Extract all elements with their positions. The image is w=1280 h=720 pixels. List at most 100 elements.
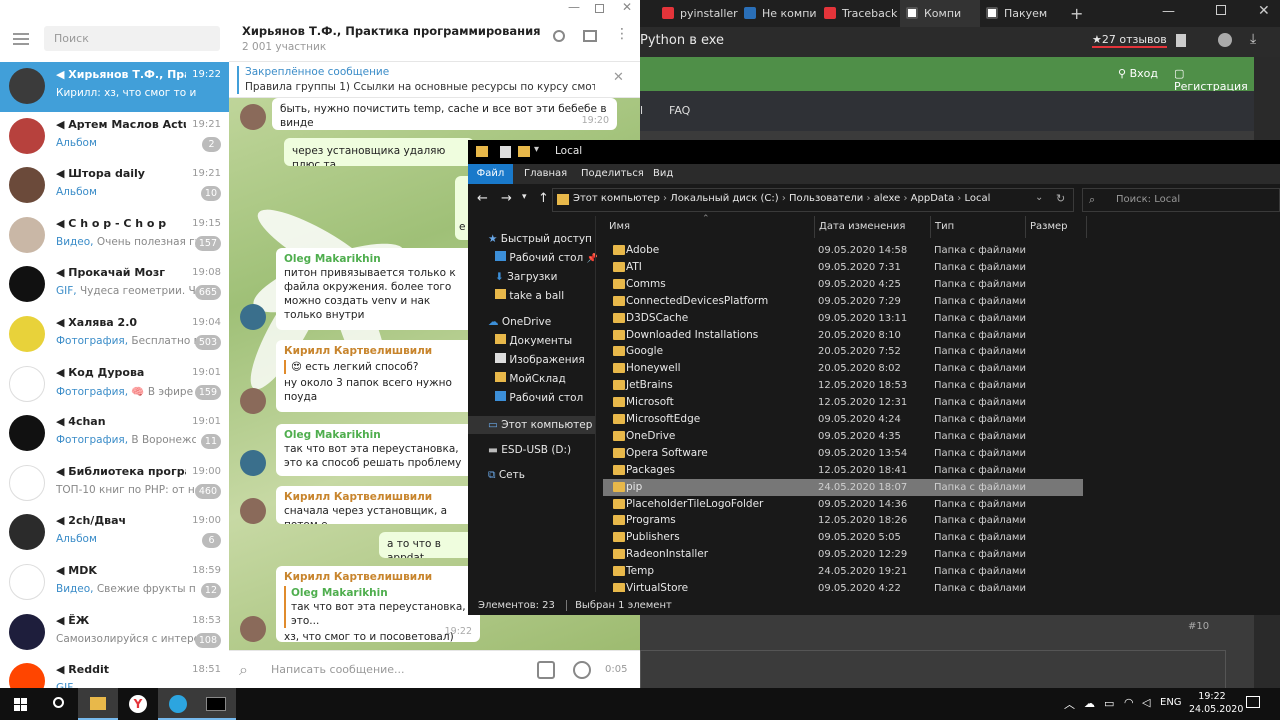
new-folder-icon[interactable] xyxy=(518,146,530,157)
nav-onedrive[interactable]: ☁ OneDrive xyxy=(488,313,551,331)
message[interactable]: Кирилл Картвелишвили 😍 есть легкий спосо… xyxy=(276,340,476,412)
quick-access-dropdown-icon[interactable]: ▾ xyxy=(534,144,539,155)
search-box[interactable]: ⌕ Поиск: Local xyxy=(1082,188,1280,212)
col-name[interactable]: Имя xyxy=(609,216,630,238)
search-input[interactable]: Поиск xyxy=(44,26,220,51)
address-bar[interactable]: Этот компьютер › Локальный диск (C:) › П… xyxy=(552,188,1074,212)
post-number[interactable]: #10 xyxy=(1188,621,1209,632)
faq-link[interactable]: FAQ xyxy=(669,104,690,117)
chat-item[interactable]: ◀ Халява 2.0 19:04 Фотография, Бесплатно п… xyxy=(0,310,229,360)
nav-moysklad[interactable]: МойСклад xyxy=(495,370,566,388)
nav-this-pc[interactable]: ▭ Этот компьютер xyxy=(468,416,595,434)
file-row[interactable]: Comms 09.05.2020 4:25 Папка с файлами xyxy=(603,276,1083,293)
chat-item[interactable]: ◀ Прокачай Мозг 19:08 GIF, Чудеса геометри… xyxy=(0,260,229,310)
nav-images[interactable]: Изображения xyxy=(495,351,585,369)
breadcrumb-item[interactable]: Local xyxy=(964,193,990,204)
terminal-taskbar-button[interactable] xyxy=(196,688,236,720)
yandex-taskbar-button[interactable]: Y xyxy=(118,688,158,720)
file-row[interactable]: VirtualStore 09.05.2020 4:22 Папка с файла… xyxy=(603,580,1083,592)
avatar[interactable] xyxy=(240,616,266,642)
file-row[interactable]: Microsoft 12.05.2020 12:31 Папка с файлами xyxy=(603,394,1083,411)
message[interactable]: Oleg Makarikhin так что вот эта переуста… xyxy=(276,424,476,476)
wifi-icon[interactable]: ◠ xyxy=(1124,696,1134,709)
message[interactable]: быть, нужно почистить temp, cache и все … xyxy=(272,98,617,130)
avatar[interactable] xyxy=(240,388,266,414)
chevron-right-icon[interactable]: › xyxy=(954,193,964,204)
reviews-badge[interactable]: ★27 отзывов xyxy=(1092,33,1167,48)
volume-icon[interactable]: ◁ xyxy=(1142,696,1150,709)
cloud-icon[interactable]: ☁ xyxy=(1084,697,1095,710)
message[interactable]: Кирилл Картвелишвили Oleg Makarikhin так… xyxy=(276,566,480,642)
register-link[interactable]: ▢ Регистрация xyxy=(1174,67,1254,93)
tab-file[interactable]: Файл xyxy=(468,164,513,184)
search-button[interactable] xyxy=(40,688,80,720)
nav-quick-access[interactable]: ★ Быстрый доступ xyxy=(488,230,592,248)
telegram-taskbar-button[interactable] xyxy=(158,688,198,720)
message[interactable]: Oleg Makarikhin питон привязывается толь… xyxy=(276,248,476,330)
chat-item[interactable]: ◀ 2ch/Двач 19:00 Альбом 6 xyxy=(0,508,229,558)
chat-item[interactable]: ◀ Хирьянов Т.Ф., Прак... 19:22 Кирилл: хз,… xyxy=(0,62,229,112)
profile-icon[interactable] xyxy=(1218,33,1232,47)
chat-item[interactable]: ◀ Штора daily 19:21 Альбом 10 xyxy=(0,161,229,211)
message-input[interactable]: Написать сообщение... xyxy=(271,663,405,676)
file-row[interactable]: D3DSCache 09.05.2020 13:11 Папка с файлами xyxy=(603,310,1083,327)
more-icon[interactable]: ⋮ xyxy=(615,26,629,42)
col-date[interactable]: Дата изменения xyxy=(814,216,905,238)
message-outgoing[interactable]: через установщика удаляю плюс та xyxy=(284,138,474,166)
nav-desktop[interactable]: Рабочий стол 📌 xyxy=(495,249,598,267)
back-icon[interactable]: ← xyxy=(477,191,488,206)
explorer-taskbar-button[interactable] xyxy=(78,688,118,720)
nav-usb[interactable]: ▬ ESD-USB (D:) xyxy=(488,441,571,459)
file-row[interactable]: JetBrains 12.05.2020 18:53 Папка с файлами xyxy=(603,377,1083,394)
breadcrumb-item[interactable]: alexe xyxy=(874,193,901,204)
forward-icon[interactable]: → xyxy=(501,191,512,206)
breadcrumb-item[interactable]: AppData xyxy=(911,193,954,204)
breadcrumb-item[interactable]: Пользователи xyxy=(789,193,863,204)
commands-icon[interactable] xyxy=(537,661,555,679)
tab-home[interactable]: Главная xyxy=(524,168,567,179)
file-row[interactable]: Temp 24.05.2020 19:21 Папка с файлами xyxy=(603,563,1083,580)
browser-tab[interactable]: Traceback xyxy=(818,0,900,27)
search-input[interactable]: Поиск: Local xyxy=(1116,194,1180,205)
close-icon[interactable]: ✕ xyxy=(622,0,632,14)
chat-item[interactable]: ◀ Библиотека програм... 19:00 ТОП-10 книг … xyxy=(0,459,229,509)
chat-item[interactable]: ◀ Код Дурова 19:01 Фотография, 🧠 В эфире .… xyxy=(0,360,229,410)
file-row[interactable]: MicrosoftEdge 09.05.2020 4:24 Папка с файл… xyxy=(603,411,1083,428)
browser-address-bar[interactable]: Python в exe ★27 отзывов ⤓ xyxy=(640,27,1280,57)
col-size[interactable]: Размер xyxy=(1025,216,1068,238)
tab-view[interactable]: Вид xyxy=(653,168,673,179)
file-row[interactable]: Adobe 09.05.2020 14:58 Папка с файлами xyxy=(603,242,1083,259)
file-row[interactable]: OneDrive 09.05.2020 4:35 Папка с файлами xyxy=(603,428,1083,445)
avatar[interactable] xyxy=(240,304,266,330)
file-row[interactable]: PlaceholderTileLogoFolder 09.05.2020 14:3… xyxy=(603,496,1083,513)
browser-tab[interactable]: pyinstaller xyxy=(656,0,738,27)
file-row[interactable]: Downloaded Installations 20.05.2020 8:10 П… xyxy=(603,327,1083,344)
emoji-icon[interactable] xyxy=(573,661,591,679)
up-icon[interactable]: ↑ xyxy=(538,191,549,206)
search-icon[interactable] xyxy=(553,30,565,42)
battery-icon[interactable]: ▭ xyxy=(1104,697,1114,710)
browser-tab[interactable]: Не компи xyxy=(738,0,820,27)
file-row[interactable]: Opera Software 09.05.2020 13:54 Папка с фа… xyxy=(603,445,1083,462)
nav-downloads[interactable]: ⬇ Загрузки xyxy=(495,268,557,286)
nav-desktop-2[interactable]: Рабочий стол xyxy=(495,389,583,407)
refresh-icon[interactable]: ↻ xyxy=(1056,192,1065,205)
file-row[interactable]: RadeonInstaller 09.05.2020 12:29 Папка с ф… xyxy=(603,546,1083,563)
minimize-icon[interactable]: — xyxy=(1162,4,1175,19)
message-outgoing[interactable]: а то что в appdat xyxy=(379,532,479,558)
notifications-icon[interactable] xyxy=(1246,696,1260,708)
nav-documents[interactable]: Документы xyxy=(495,332,572,350)
restore-icon[interactable] xyxy=(1216,5,1226,15)
avatar[interactable] xyxy=(240,450,266,476)
breadcrumb-item[interactable]: Локальный диск (C:) xyxy=(670,193,779,204)
download-icon[interactable]: ⤓ xyxy=(1250,31,1256,47)
avatar[interactable] xyxy=(240,498,266,524)
nav-take-a-ball[interactable]: take a ball xyxy=(495,287,564,305)
sidebar-toggle-icon[interactable] xyxy=(583,30,597,42)
tab-share[interactable]: Поделиться xyxy=(581,168,644,179)
chevron-right-icon[interactable]: › xyxy=(779,193,789,204)
col-type[interactable]: Тип xyxy=(930,216,954,238)
chat-item[interactable]: ◀ ЁЖ 18:53 Самоизолируйся с интере... 108 xyxy=(0,608,229,658)
file-row[interactable]: ATI 09.05.2020 7:31 Папка с файлами xyxy=(603,259,1083,276)
attach-icon[interactable]: ⌕ xyxy=(239,660,248,680)
